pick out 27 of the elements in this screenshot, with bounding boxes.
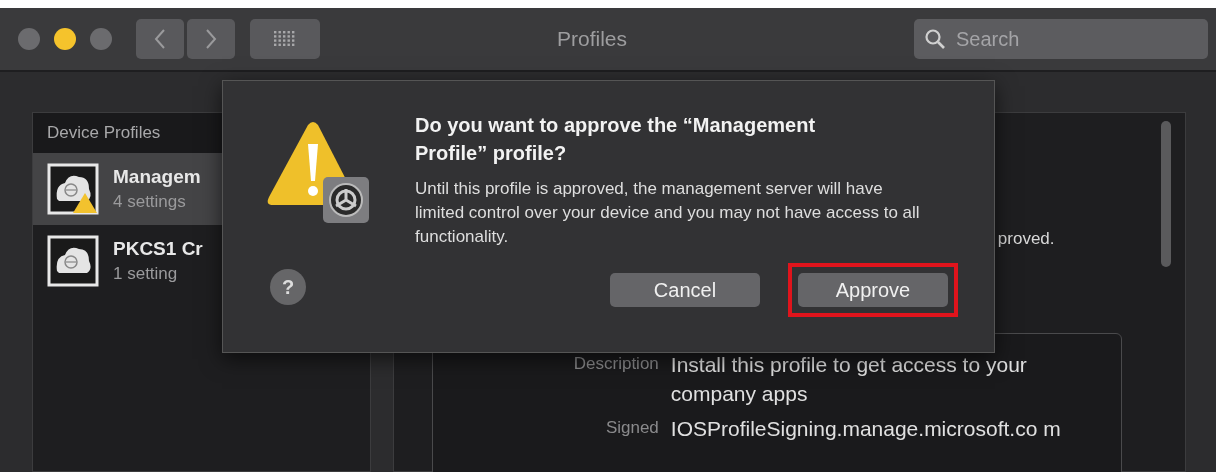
window-title: Profiles [556, 27, 628, 51]
profile-name: PKCS1 Cr [113, 238, 203, 260]
help-button[interactable]: ? [270, 269, 306, 305]
window-minimize-button[interactable] [54, 28, 76, 50]
cancel-button[interactable]: Cancel [610, 273, 760, 307]
field-label: Signed [604, 417, 659, 439]
field-label: Description [572, 353, 659, 375]
settings-count: 4 settings [113, 192, 187, 212]
field-value: Install this profile to get access to your company apps [670, 352, 1028, 407]
chevron-left-icon [153, 28, 167, 50]
scrollbar[interactable] [1161, 121, 1171, 267]
back-button[interactable] [136, 19, 184, 59]
chevron-right-icon [204, 28, 218, 50]
profile-name: Managem [113, 166, 201, 188]
dialog-message: Until this profile is approved, the management server will have limited control over your device and you may not have access to all functionality. [415, 178, 921, 248]
status-text: proved. [997, 229, 1055, 249]
window-close-button[interactable] [18, 28, 40, 50]
grid-icon [274, 31, 296, 47]
window-zoom-button[interactable] [90, 28, 112, 50]
settings-count: 1 setting [113, 264, 179, 284]
dialog-title: Do you want to approve the “Management Profile” profile? [415, 113, 817, 166]
forward-button[interactable] [187, 19, 235, 59]
search-field[interactable]: Search [914, 19, 1208, 59]
section-header: Device Profiles [47, 123, 161, 143]
approve-button[interactable]: Approve [798, 273, 948, 307]
field-value: IOSProfileSigning.manage.microsoft.co m [670, 416, 1062, 442]
show-all-button[interactable] [250, 19, 320, 59]
